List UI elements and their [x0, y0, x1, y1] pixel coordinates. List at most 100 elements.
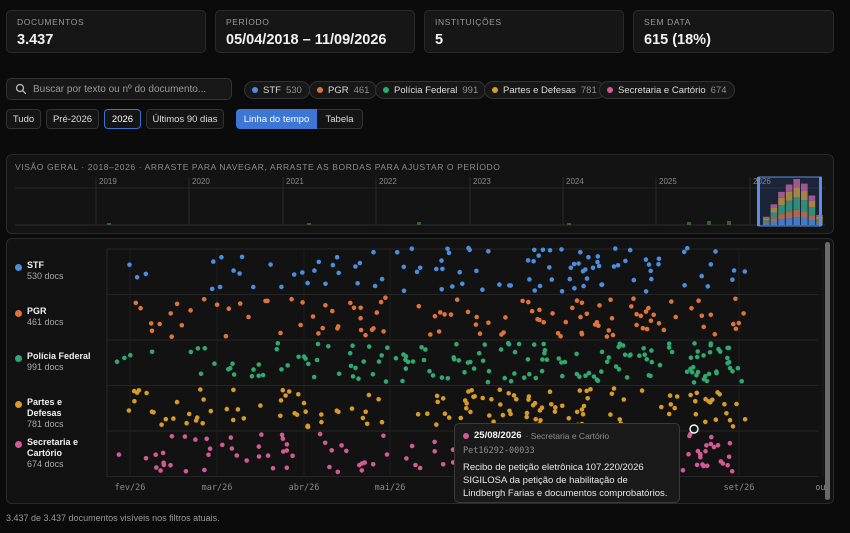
document-dot[interactable] [370, 372, 376, 377]
document-dot[interactable] [434, 422, 439, 427]
document-dot[interactable] [305, 423, 311, 429]
document-dot[interactable] [473, 322, 479, 327]
document-dot[interactable] [466, 389, 471, 394]
document-dot[interactable] [274, 346, 280, 352]
document-dot[interactable] [521, 375, 527, 380]
overview-handle-right[interactable] [819, 177, 822, 226]
document-dot[interactable] [357, 260, 363, 266]
document-dot[interactable] [691, 380, 697, 385]
document-dot[interactable] [211, 259, 216, 264]
document-dot[interactable] [486, 249, 491, 254]
document-dot[interactable] [595, 378, 601, 383]
document-dot[interactable] [686, 451, 691, 457]
document-dot[interactable] [649, 348, 654, 353]
document-dot[interactable] [537, 408, 543, 413]
document-dot[interactable] [574, 351, 579, 357]
document-dot[interactable] [351, 305, 357, 311]
document-dot[interactable] [699, 273, 704, 279]
document-dot[interactable] [143, 271, 149, 277]
document-dot[interactable] [435, 399, 441, 405]
document-dot[interactable] [188, 349, 194, 355]
document-dot[interactable] [591, 374, 597, 379]
document-dot[interactable] [643, 257, 649, 262]
document-dot[interactable] [464, 406, 469, 411]
document-dot[interactable] [134, 275, 140, 280]
document-dot[interactable] [634, 322, 639, 328]
document-dot[interactable] [334, 254, 340, 260]
document-dot[interactable] [464, 401, 470, 406]
document-dot[interactable] [284, 442, 290, 447]
document-dot[interactable] [540, 247, 546, 253]
document-dot[interactable] [722, 401, 727, 407]
document-dot[interactable] [736, 320, 742, 326]
document-dot[interactable] [578, 249, 583, 255]
document-dot[interactable] [263, 298, 268, 304]
document-dot[interactable] [666, 411, 672, 417]
document-dot[interactable] [158, 468, 163, 473]
document-dot[interactable] [689, 305, 694, 311]
document-dot[interactable] [278, 398, 284, 403]
document-dot[interactable] [403, 366, 409, 371]
document-dot[interactable] [296, 392, 301, 397]
document-dot[interactable] [230, 361, 235, 366]
document-dot[interactable] [657, 362, 663, 368]
filter-chip-policia-federal[interactable]: Polícia Federal 991 [375, 81, 487, 99]
document-dot[interactable] [656, 261, 661, 267]
document-dot[interactable] [730, 369, 735, 374]
document-dot[interactable] [198, 387, 203, 392]
document-dot[interactable] [327, 464, 332, 470]
document-dot[interactable] [198, 371, 204, 377]
document-dot[interactable] [506, 391, 512, 396]
document-dot[interactable] [440, 462, 446, 467]
document-dot[interactable] [445, 376, 451, 381]
document-dot[interactable] [290, 453, 295, 459]
document-dot[interactable] [353, 365, 358, 371]
document-dot[interactable] [400, 378, 405, 384]
document-dot[interactable] [212, 361, 217, 366]
document-dot[interactable] [315, 341, 321, 347]
document-dot[interactable] [442, 312, 447, 317]
document-dot[interactable] [256, 373, 261, 379]
document-dot[interactable] [270, 465, 276, 471]
document-dot[interactable] [617, 417, 623, 422]
document-dot[interactable] [586, 370, 592, 376]
document-dot[interactable] [154, 465, 159, 470]
document-dot[interactable] [718, 459, 724, 464]
document-dot[interactable] [132, 398, 137, 404]
document-dot[interactable] [693, 398, 698, 404]
document-dot[interactable] [460, 281, 465, 287]
document-dot[interactable] [712, 332, 718, 337]
document-dot[interactable] [562, 359, 568, 365]
document-dot[interactable] [541, 319, 546, 325]
filter-chip-stf[interactable]: STF 530 [244, 81, 310, 99]
document-dot[interactable] [695, 369, 701, 375]
document-dot[interactable] [709, 434, 714, 440]
document-dot[interactable] [708, 342, 713, 348]
vertical-scrollbar[interactable] [825, 242, 830, 500]
document-dot[interactable] [409, 443, 415, 449]
document-dot[interactable] [688, 355, 694, 360]
document-dot[interactable] [260, 372, 266, 378]
document-dot[interactable] [567, 276, 573, 282]
document-dot[interactable] [611, 386, 617, 391]
document-dot[interactable] [404, 456, 409, 461]
document-dot[interactable] [508, 283, 513, 288]
filter-chip-pgr[interactable]: PGR 461 [309, 81, 378, 99]
document-dot[interactable] [725, 463, 730, 468]
document-dot[interactable] [226, 306, 232, 311]
document-dot[interactable] [628, 352, 633, 357]
document-dot[interactable] [434, 266, 439, 272]
document-dot[interactable] [376, 397, 381, 402]
document-dot[interactable] [689, 370, 695, 375]
document-dot[interactable] [296, 354, 301, 360]
document-dot[interactable] [410, 359, 416, 364]
document-dot[interactable] [454, 341, 459, 347]
document-dot[interactable] [669, 299, 674, 304]
document-dot[interactable] [547, 265, 552, 270]
document-dot[interactable] [256, 362, 262, 367]
document-dot[interactable] [432, 439, 437, 445]
document-dot[interactable] [538, 418, 543, 423]
document-dot[interactable] [465, 360, 471, 365]
document-dot[interactable] [322, 440, 328, 446]
document-dot[interactable] [244, 458, 249, 463]
